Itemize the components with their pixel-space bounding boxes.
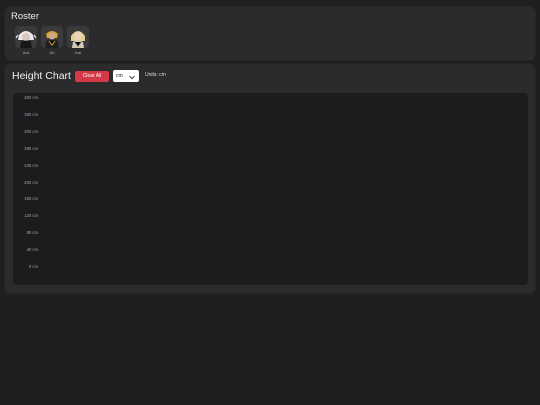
y-tick-label: 80 cm — [26, 230, 38, 236]
chart-title: Height Chart — [12, 70, 71, 82]
unit-select-value: cm — [116, 73, 123, 79]
character-name: Jin — [49, 50, 55, 55]
blonde-character-icon — [67, 26, 89, 48]
y-tick-label: 400 cm — [24, 95, 38, 100]
character-name: Kai — [75, 50, 81, 55]
roster-character[interactable]: Jin — [40, 26, 64, 56]
roster-title: Roster — [11, 11, 39, 22]
units-label: Units: cm — [145, 72, 166, 78]
y-tick-label: 240 cm — [24, 162, 38, 168]
white-hair-character-icon — [15, 26, 37, 48]
y-tick-label: 160 cm — [24, 196, 38, 202]
roster-character[interactable]: Ara — [14, 26, 38, 56]
y-tick-label: 120 cm — [24, 213, 38, 219]
y-tick-label: 280 cm — [24, 145, 38, 151]
dark-armor-character-icon — [41, 26, 63, 48]
y-tick-label: 200 cm — [24, 179, 38, 185]
roster-panel: Roster Ara Jin Kai — [5, 7, 535, 60]
chart-area[interactable]: 400 cm 360 cm 320 cm 280 cm 240 cm 200 cm 160 … — [13, 93, 528, 285]
unit-select[interactable]: cm — [113, 70, 139, 82]
roster-character[interactable]: Kai — [66, 26, 90, 56]
clear-all-button[interactable]: Clear All — [75, 71, 109, 82]
y-tick-label: 40 cm — [26, 247, 38, 253]
y-tick-label: 320 cm — [24, 128, 38, 134]
character-name: Ara — [22, 50, 30, 55]
chevron-down-icon — [129, 73, 135, 85]
y-tick-label: 360 cm — [24, 111, 38, 117]
height-chart-panel: Height Chart Clear All cm Units: cm 400 … — [5, 64, 535, 293]
y-tick-label: 0 cm — [28, 264, 38, 269]
